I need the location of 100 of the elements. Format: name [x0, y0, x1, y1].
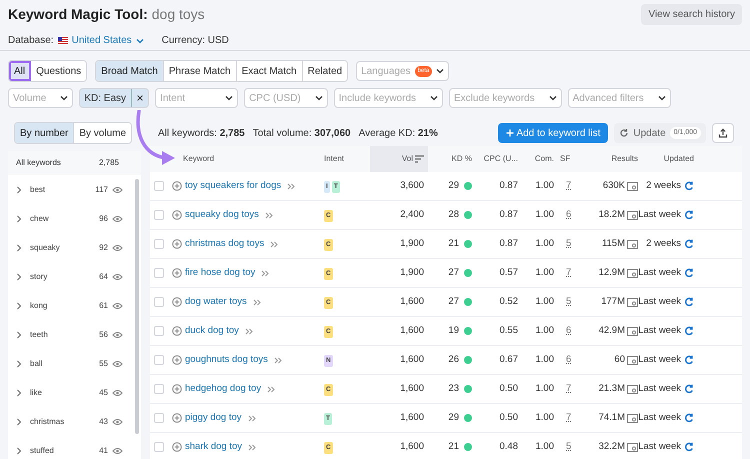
double-chevron-icon[interactable]	[252, 298, 261, 306]
chevron-down-icon[interactable]	[136, 36, 144, 44]
eye-icon[interactable]	[112, 272, 123, 280]
keyword-link[interactable]: squeaky dog toys	[185, 208, 259, 222]
eye-icon[interactable]	[112, 244, 123, 252]
serp-icon[interactable]	[627, 414, 638, 422]
row-checkbox[interactable]	[154, 239, 164, 249]
refresh-icon[interactable]	[684, 384, 694, 394]
tab[interactable]: By number	[15, 123, 74, 143]
row-checkbox[interactable]	[154, 384, 164, 394]
table-cell[interactable]: 7	[554, 266, 576, 280]
eye-icon[interactable]	[112, 186, 123, 194]
column-header[interactable]: Intent	[324, 153, 344, 165]
serp-icon[interactable]	[627, 442, 638, 452]
add-to-list-button[interactable]: Add to keyword list	[498, 123, 608, 143]
keyword-link[interactable]: duck dog toy	[185, 324, 239, 338]
row-checkbox[interactable]	[154, 355, 164, 365]
chevron-right-icon[interactable]	[16, 446, 22, 454]
eye-icon[interactable]	[112, 214, 123, 222]
keyword-link[interactable]: christmas dog toys	[185, 236, 264, 252]
chevron-right-icon[interactable]	[16, 214, 22, 222]
row-checkbox[interactable]	[154, 297, 164, 307]
serp-icon[interactable]	[627, 210, 638, 220]
serp-icon[interactable]	[627, 268, 638, 278]
serp-icon[interactable]	[627, 182, 638, 190]
column-header[interactable]: Keyword	[183, 153, 214, 165]
table-cell[interactable]: 5	[554, 236, 576, 252]
sidebar-item[interactable]: kong	[30, 300, 48, 312]
double-chevron-icon[interactable]	[264, 212, 273, 218]
plus-circle-icon[interactable]	[172, 210, 182, 220]
row-checkbox[interactable]	[154, 413, 164, 423]
sidebar-item[interactable]: like	[30, 386, 42, 398]
chevron-right-icon[interactable]	[16, 418, 22, 426]
refresh-icon[interactable]	[684, 297, 694, 307]
column-header[interactable]: SF	[554, 153, 570, 165]
column-header[interactable]: Results	[611, 153, 638, 165]
sidebar-item[interactable]: stuffed	[30, 444, 54, 456]
eye-icon[interactable]	[112, 446, 123, 454]
tab[interactable]: All	[9, 61, 32, 81]
export-button[interactable]	[712, 123, 734, 143]
keyword-link[interactable]: goughnuts dog toys	[185, 352, 268, 368]
serp-icon[interactable]	[627, 326, 638, 336]
refresh-icon[interactable]	[684, 210, 694, 220]
plus-circle-icon[interactable]	[172, 326, 182, 336]
refresh-icon[interactable]	[684, 355, 694, 365]
serp-icon[interactable]	[627, 298, 638, 306]
eye-icon[interactable]	[112, 388, 123, 396]
filter-dropdown[interactable]: KD: Easy ×	[79, 88, 150, 108]
refresh-icon[interactable]	[684, 181, 694, 191]
table-cell[interactable]: 7	[554, 410, 576, 426]
plus-circle-icon[interactable]	[172, 413, 182, 423]
table-cell[interactable]: 7	[554, 178, 576, 194]
column-header[interactable]: KD %	[452, 153, 472, 165]
table-cell[interactable]: 7	[554, 382, 576, 396]
chevron-right-icon[interactable]	[16, 302, 22, 310]
plus-circle-icon[interactable]	[172, 268, 182, 278]
row-checkbox[interactable]	[154, 326, 164, 336]
plus-circle-icon[interactable]	[172, 355, 182, 365]
chevron-right-icon[interactable]	[16, 330, 22, 338]
double-chevron-icon[interactable]	[248, 444, 256, 450]
serp-icon[interactable]	[627, 240, 638, 248]
sort-icon[interactable]	[415, 155, 424, 163]
chevron-right-icon[interactable]	[16, 388, 22, 396]
sidebar-item[interactable]: christmas	[30, 416, 64, 428]
sidebar-item[interactable]: story	[30, 270, 48, 282]
sidebar-item[interactable]: squeaky	[30, 242, 60, 254]
column-header[interactable]: Vol	[402, 153, 413, 165]
double-chevron-icon[interactable]	[274, 356, 282, 364]
double-chevron-icon[interactable]	[244, 328, 253, 334]
plus-circle-icon[interactable]	[172, 181, 182, 191]
chevron-right-icon[interactable]	[16, 360, 22, 368]
serp-icon[interactable]	[627, 356, 638, 364]
table-cell[interactable]: 6	[554, 324, 576, 338]
double-chevron-icon[interactable]	[248, 414, 256, 422]
sidebar-item[interactable]: teeth	[30, 328, 48, 340]
chevron-right-icon[interactable]	[16, 244, 22, 252]
serp-icon[interactable]	[627, 384, 638, 394]
plus-circle-icon[interactable]	[172, 239, 182, 249]
keyword-link[interactable]: dog water toys	[185, 294, 247, 310]
chevron-right-icon[interactable]	[16, 272, 22, 280]
table-cell[interactable]: 5	[554, 294, 576, 310]
sidebar-item[interactable]: ball	[30, 358, 42, 370]
double-chevron-icon[interactable]	[287, 182, 296, 190]
column-header[interactable]: Com.	[534, 153, 554, 165]
chevron-right-icon[interactable]	[16, 186, 22, 194]
row-checkbox[interactable]	[154, 442, 164, 452]
keyword-link[interactable]: toy squeakers for dogs	[185, 178, 282, 194]
double-chevron-icon[interactable]	[267, 386, 276, 392]
refresh-icon[interactable]	[684, 413, 694, 423]
refresh-icon[interactable]	[684, 268, 694, 278]
row-checkbox[interactable]	[154, 210, 164, 220]
double-chevron-icon[interactable]	[270, 240, 278, 248]
table-cell[interactable]: 6	[554, 208, 576, 222]
keyword-link[interactable]: hedgehog dog toy	[185, 382, 262, 396]
history-button[interactable]: View search history	[641, 4, 742, 25]
row-checkbox[interactable]	[154, 268, 164, 278]
tab[interactable]: Broad Match	[96, 61, 164, 81]
sidebar-item[interactable]: best	[30, 184, 46, 196]
clear-filter-button[interactable]: ×	[131, 89, 148, 107]
column-header[interactable]: Updated	[664, 153, 706, 165]
